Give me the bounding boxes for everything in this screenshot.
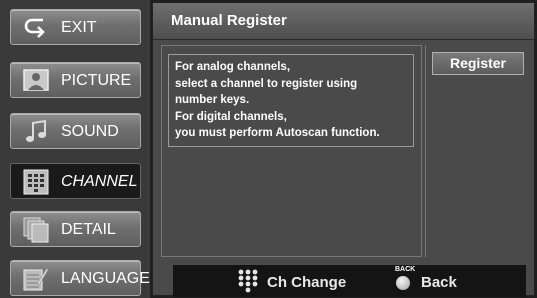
sidebar: EXIT PICTURE SOUND CHANNEL DETAIL LANGUA… bbox=[0, 0, 150, 298]
main-panel: Manual Register For analog channels, sel… bbox=[152, 2, 535, 297]
sidebar-item-label: LANGUAGE bbox=[61, 270, 150, 287]
footer-bar: Ch Change BACK Back bbox=[173, 265, 526, 297]
sidebar-item-language[interactable]: LANGUAGE bbox=[10, 260, 150, 296]
sidebar-item-label: SOUND bbox=[61, 123, 119, 140]
channel-grid-icon bbox=[23, 169, 49, 195]
sidebar-item-exit[interactable]: EXIT bbox=[10, 9, 141, 45]
message-line: you must perform Autoscan function. bbox=[175, 127, 380, 139]
music-note-icon bbox=[26, 119, 46, 142]
sidebar-item-channel[interactable]: CHANNEL bbox=[10, 163, 141, 199]
sidebar-item-label: CHANNEL bbox=[61, 173, 138, 190]
back-label: Back bbox=[421, 274, 457, 291]
picture-icon bbox=[23, 69, 49, 91]
sidebar-item-detail[interactable]: DETAIL bbox=[10, 211, 141, 247]
ch-change-label: Ch Change bbox=[267, 274, 347, 291]
page-title: Manual Register bbox=[171, 12, 287, 29]
page-header: Manual Register bbox=[153, 3, 534, 40]
back-button-icon bbox=[396, 276, 410, 290]
sidebar-item-label: DETAIL bbox=[61, 221, 116, 238]
exit-icon bbox=[24, 18, 45, 38]
number-keys-icon bbox=[238, 269, 258, 293]
message-line: For digital channels, bbox=[175, 110, 287, 123]
sidebar-item-sound[interactable]: SOUND bbox=[10, 113, 141, 149]
sidebar-item-label: EXIT bbox=[61, 19, 97, 36]
message-line: select a channel to register using bbox=[175, 77, 358, 90]
register-button[interactable]: Register bbox=[432, 52, 524, 75]
message-line: For analog channels, bbox=[175, 61, 291, 73]
side-panel: Register bbox=[425, 45, 530, 257]
message-line: number keys. bbox=[175, 94, 250, 106]
instruction-message: For analog channels, select a channel to… bbox=[168, 54, 414, 147]
detail-pages-icon bbox=[23, 217, 49, 243]
back-key-tag: BACK bbox=[395, 266, 416, 273]
language-icon bbox=[23, 267, 49, 291]
sidebar-item-label: PICTURE bbox=[61, 72, 132, 89]
sidebar-item-picture[interactable]: PICTURE bbox=[10, 62, 141, 98]
content-panel: For analog channels, select a channel to… bbox=[161, 45, 422, 257]
